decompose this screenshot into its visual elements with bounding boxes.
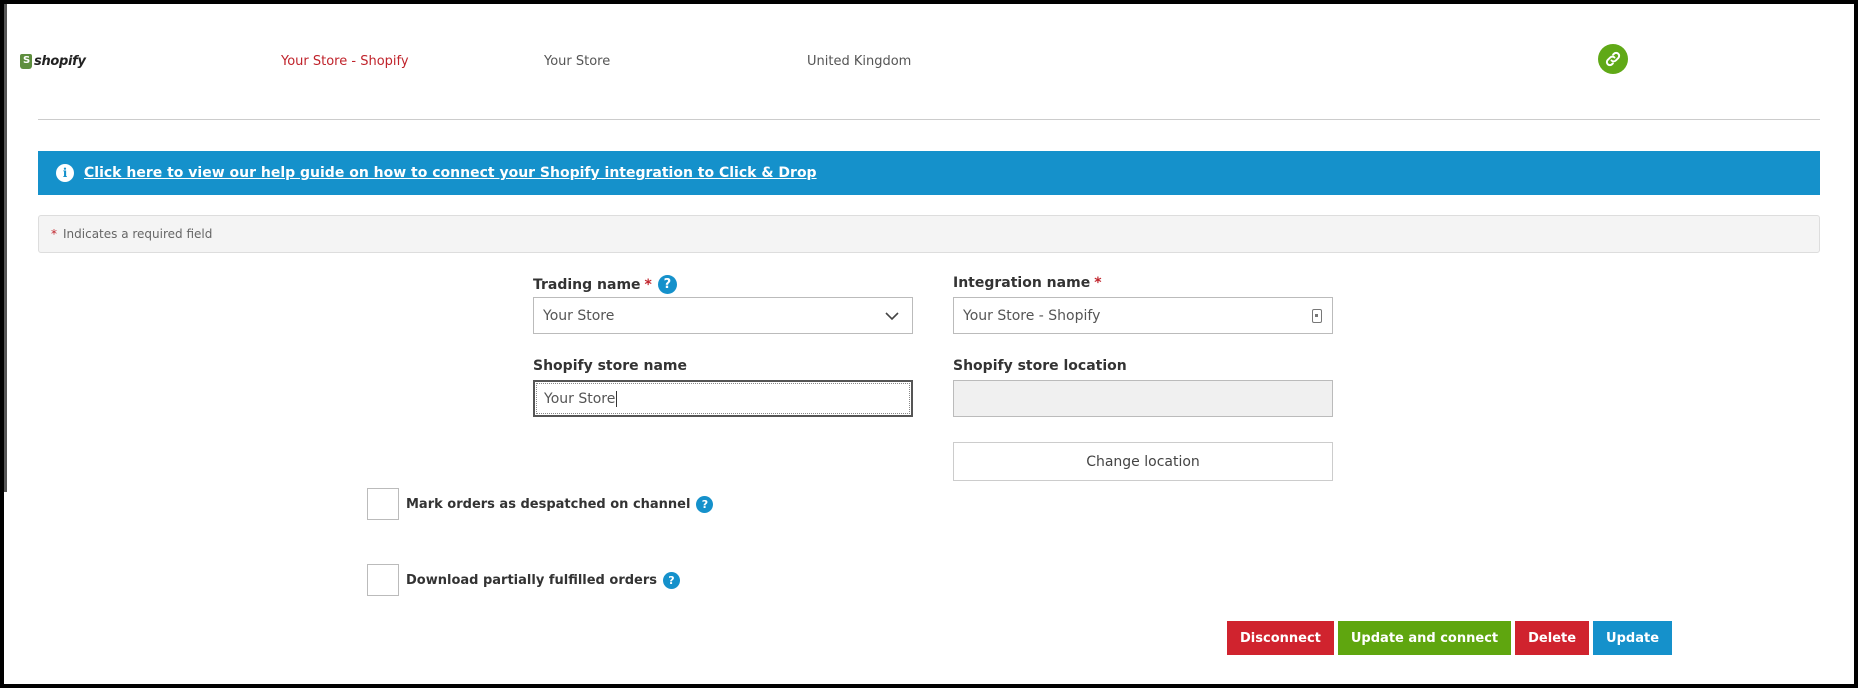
mark-despatched-help-icon[interactable]: ?: [696, 495, 714, 513]
chevron-down-icon: [885, 312, 899, 321]
required-note-text: Indicates a required field: [63, 227, 213, 241]
trading-name-select[interactable]: Your Store: [533, 297, 913, 334]
required-star: *: [1094, 275, 1102, 291]
download-partial-checkbox[interactable]: [367, 564, 399, 596]
info-icon: i: [56, 164, 74, 182]
store-location-field: [953, 380, 1333, 417]
help-guide-link[interactable]: Click here to view our help guide on how…: [84, 165, 817, 181]
trading-name-help-icon[interactable]: ?: [657, 275, 677, 294]
download-partial-help-icon[interactable]: ?: [663, 571, 680, 589]
trading-name-value: Your Store: [543, 307, 615, 324]
header-integration-name[interactable]: Your Store - Shopify: [281, 54, 409, 69]
connected-status-badge: [1598, 44, 1628, 74]
trading-name-label: Trading name * ?: [533, 275, 677, 294]
text-caret: [616, 390, 618, 407]
action-buttons: Disconnect Update and connect Delete Upd…: [1227, 621, 1673, 655]
header-divider: [38, 119, 1820, 120]
required-star: *: [51, 227, 57, 241]
shopify-logo-text: shopify: [34, 54, 86, 69]
store-name-label-text: Shopify store name: [533, 358, 687, 374]
header-trading-name: Your Store: [544, 54, 611, 69]
download-partial-row: Download partially fulfilled orders ?: [367, 564, 680, 596]
header-country: United Kingdom: [807, 54, 912, 69]
mark-despatched-checkbox[interactable]: [367, 488, 399, 520]
shopify-logo: shopify: [20, 54, 86, 69]
trading-name-label-text: Trading name: [533, 276, 641, 293]
store-name-value: Your Store: [544, 390, 616, 407]
autofill-icon: [1312, 309, 1322, 323]
required-star: *: [644, 276, 652, 293]
update-button[interactable]: Update: [1593, 621, 1673, 655]
change-location-button[interactable]: Change location: [953, 442, 1333, 481]
delete-button[interactable]: Delete: [1515, 621, 1590, 655]
integration-name-value: Your Store - Shopify: [963, 307, 1101, 324]
store-name-input[interactable]: Your Store: [533, 380, 913, 417]
app-frame: shopify Your Store - Shopify Your Store …: [4, 4, 1854, 684]
store-location-label: Shopify store location: [953, 358, 1127, 374]
integration-name-label-text: Integration name: [953, 275, 1091, 291]
link-icon: [1605, 51, 1621, 67]
shopify-bag-icon: [20, 54, 32, 69]
store-name-label: Shopify store name: [533, 358, 687, 374]
integration-name-input[interactable]: Your Store - Shopify: [953, 297, 1333, 334]
disconnect-button[interactable]: Disconnect: [1227, 621, 1334, 655]
download-partial-label: Download partially fulfilled orders: [406, 572, 657, 588]
store-location-label-text: Shopify store location: [953, 358, 1127, 374]
help-banner: i Click here to view our help guide on h…: [38, 151, 1820, 195]
update-and-connect-button[interactable]: Update and connect: [1337, 621, 1512, 655]
integration-name-label: Integration name *: [953, 275, 1102, 291]
required-field-note: * Indicates a required field: [38, 215, 1820, 253]
mark-despatched-row: Mark orders as despatched on channel ?: [367, 488, 714, 520]
integration-header-row: shopify Your Store - Shopify Your Store …: [4, 4, 1854, 122]
mark-despatched-label: Mark orders as despatched on channel: [406, 496, 691, 512]
